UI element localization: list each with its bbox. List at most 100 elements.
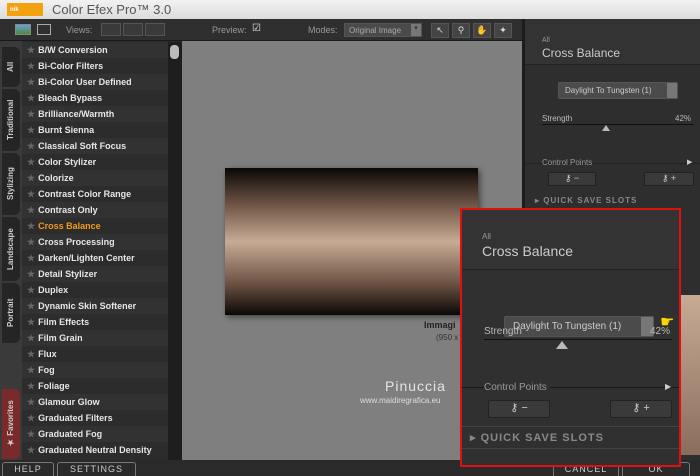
filter-item[interactable]: ★ Glamour Glow — [22, 394, 168, 410]
star-icon[interactable]: ★ — [27, 141, 35, 151]
star-icon[interactable]: ★ — [27, 381, 35, 391]
plus-label: + — [670, 173, 677, 183]
star-icon[interactable]: ★ — [27, 173, 35, 183]
filter-item[interactable]: ★ Graduated Filters — [22, 410, 168, 426]
single-image-view-icon[interactable] — [15, 24, 31, 35]
remove-control-point-button[interactable]: ⚷ − — [548, 172, 596, 186]
filter-item[interactable]: ★ Film Grain — [22, 330, 168, 346]
chevron-down-icon: ▾ — [411, 24, 421, 36]
star-icon[interactable]: ★ — [27, 445, 35, 455]
filter-scrollbar[interactable] — [168, 42, 182, 460]
help-button[interactable]: HELP — [2, 462, 54, 476]
star-icon[interactable]: ★ — [27, 221, 35, 231]
filter-item[interactable]: ★ Cross Processing — [22, 234, 168, 250]
filter-item[interactable]: ★ Color Stylizer — [22, 154, 168, 170]
filter-item[interactable]: ★ Contrast Only — [22, 202, 168, 218]
star-icon[interactable]: ★ — [27, 301, 35, 311]
star-icon[interactable]: ★ — [27, 365, 35, 375]
tab-portrait[interactable]: Portrait — [2, 283, 20, 343]
filter-label: Contrast Color Range — [38, 189, 132, 199]
filter-item[interactable]: ★ Classical Soft Focus — [22, 138, 168, 154]
filter-item[interactable]: ★ Contrast Color Range — [22, 186, 168, 202]
expand-icon[interactable]: ▶ — [687, 158, 692, 166]
filter-item[interactable]: ★ Duplex — [22, 282, 168, 298]
star-icon[interactable]: ★ — [27, 349, 35, 359]
preset-value: Daylight To Tungsten (1) — [565, 86, 652, 95]
light-icon[interactable]: ✦ — [494, 23, 512, 38]
preset-dropdown[interactable]: Daylight To Tungsten (1) — [558, 82, 678, 99]
filter-item[interactable]: ★ Fog — [22, 362, 168, 378]
star-icon[interactable]: ★ — [27, 237, 35, 247]
zoom-quick-save-slots[interactable]: ▸ QUICK SAVE SLOTS — [470, 431, 604, 444]
filter-item[interactable]: ★ Flux — [22, 346, 168, 362]
star-icon[interactable]: ★ — [27, 45, 35, 55]
star-icon[interactable]: ★ — [27, 253, 35, 263]
filter-label: Darken/Lighten Center — [38, 253, 135, 263]
star-icon[interactable]: ★ — [27, 205, 35, 215]
add-control-point-button[interactable]: ⚷ + — [644, 172, 694, 186]
expand-icon[interactable]: ▶ — [665, 382, 671, 391]
filter-item[interactable]: ★ Film Effects — [22, 314, 168, 330]
filter-item[interactable]: ★ B/W Conversion — [22, 42, 168, 58]
star-icon[interactable]: ★ — [27, 189, 35, 199]
filter-item[interactable]: ★ Darken/Lighten Center — [22, 250, 168, 266]
star-icon[interactable]: ★ — [27, 317, 35, 327]
filter-item[interactable]: ★ Graduated Neutral Density — [22, 442, 168, 458]
star-icon[interactable]: ★ — [27, 77, 35, 87]
filter-label: Foliage — [38, 381, 70, 391]
tab-landscape[interactable]: Landscape — [2, 217, 20, 281]
star-icon[interactable]: ★ — [27, 413, 35, 423]
star-icon[interactable]: ★ — [27, 285, 35, 295]
strength-slider-track[interactable] — [542, 124, 694, 125]
filter-item[interactable]: ★ Dynamic Skin Softener — [22, 298, 168, 314]
star-icon[interactable]: ★ — [27, 93, 35, 103]
view-single-button[interactable] — [101, 23, 121, 36]
zoom-add-control-point-button[interactable]: ⚷ + — [610, 400, 672, 418]
star-icon[interactable]: ★ — [27, 429, 35, 439]
modes-select[interactable]: Original Image ▾ — [344, 23, 422, 37]
zoom-strength-slider-track[interactable] — [484, 339, 672, 340]
zoom-remove-control-point-button[interactable]: ⚷ − — [488, 400, 550, 418]
zoom-preset-dropdown[interactable]: Daylight To Tungsten (1) — [504, 316, 654, 337]
zoom-strength-slider-handle[interactable] — [556, 341, 568, 349]
star-icon[interactable]: ★ — [27, 125, 35, 135]
tab-all[interactable]: All — [2, 47, 20, 87]
star-icon[interactable]: ★ — [27, 61, 35, 71]
filter-label: Bi-Color Filters — [38, 61, 104, 71]
filter-item[interactable]: ★ Colorize — [22, 170, 168, 186]
filter-label: Cross Balance — [38, 221, 101, 231]
strength-slider-handle[interactable] — [602, 125, 610, 131]
filter-item[interactable]: ★ Bi-Color Filters — [22, 58, 168, 74]
preview-checkbox[interactable]: ☑ — [252, 23, 261, 34]
star-icon[interactable]: ★ — [27, 109, 35, 119]
arrow-icon[interactable]: ↖ — [431, 23, 449, 38]
filter-item[interactable]: ★ Graduated Fog — [22, 426, 168, 442]
tab-favorites[interactable]: ★ Favorites — [2, 389, 20, 459]
star-icon[interactable]: ★ — [27, 397, 35, 407]
zoom-quick-save-label: QUICK SAVE SLOTS — [480, 432, 604, 444]
filter-item[interactable]: ★ Cross Balance — [22, 218, 168, 234]
tab-traditional[interactable]: Traditional — [2, 89, 20, 151]
filter-item[interactable]: ★ Foliage — [22, 378, 168, 394]
filter-item[interactable]: ★ Burnt Sienna — [22, 122, 168, 138]
filter-item[interactable]: ★ Bleach Bypass — [22, 90, 168, 106]
hand-icon[interactable]: ✋ — [473, 23, 491, 38]
filter-item[interactable]: ★ Bi-Color User Defined — [22, 74, 168, 90]
view-split-button[interactable] — [123, 23, 143, 36]
tab-stylizing[interactable]: Stylizing — [2, 153, 20, 215]
quick-save-slots[interactable]: ▸ QUICK SAVE SLOTS — [535, 196, 637, 205]
star-icon[interactable]: ★ — [27, 269, 35, 279]
star-icon[interactable]: ★ — [27, 157, 35, 167]
preview-image — [225, 168, 478, 315]
view-side-by-side-button[interactable] — [145, 23, 165, 36]
filter-item[interactable]: ★ Detail Stylizer — [22, 266, 168, 282]
filter-label: Fog — [38, 365, 55, 375]
filter-item[interactable]: ★ Brilliance/Warmth — [22, 106, 168, 122]
filter-list: ★ B/W Conversion ★ Bi-Color Filters ★ Bi-Colo… — [22, 42, 168, 460]
star-icon[interactable]: ★ — [27, 333, 35, 343]
settings-button[interactable]: SETTINGS — [57, 462, 136, 476]
scrollbar-thumb[interactable] — [170, 45, 179, 59]
tab-favorites-label: Favorites — [6, 400, 15, 437]
list-view-icon[interactable] — [37, 24, 51, 35]
zoom-icon[interactable]: ⚲ — [452, 23, 470, 38]
